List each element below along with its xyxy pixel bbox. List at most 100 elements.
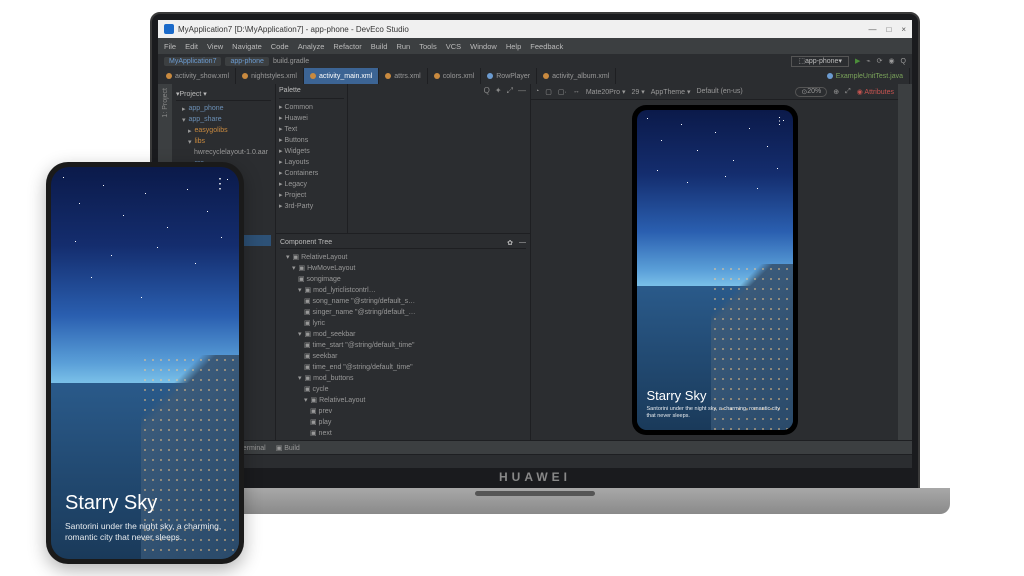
tab-activity-album[interactable]: activity_album.xml — [537, 68, 616, 84]
palette-expand-icon[interactable]: ⤢ — [507, 86, 513, 96]
component-tree-item[interactable]: ▣ song_name "@string/default_s… — [280, 295, 526, 306]
palette-category[interactable]: ▸ Layouts — [279, 156, 344, 167]
menu-build[interactable]: Build — [371, 42, 388, 51]
palette-settings-icon[interactable]: ✦ — [495, 86, 502, 96]
zoom-in-icon[interactable]: ⊕ — [833, 88, 839, 96]
minimize-button[interactable]: — — [868, 25, 876, 34]
component-tree-item[interactable]: ▣ songimage — [280, 273, 526, 284]
close-button[interactable]: × — [901, 25, 906, 34]
menu-analyze[interactable]: Analyze — [298, 42, 325, 51]
menu-help[interactable]: Help — [506, 42, 521, 51]
tab-activity-main[interactable]: activity_main.xml — [304, 68, 379, 84]
project-tool-button[interactable]: 1: Project — [162, 88, 169, 118]
palette-category[interactable]: ▸ Widgets — [279, 145, 344, 156]
palette-category[interactable]: ▸ Legacy — [279, 178, 344, 189]
tab-attrs[interactable]: attrs.xml — [379, 68, 427, 84]
phone-device: ⋮ Starry Sky Santorini under the night s… — [46, 162, 244, 564]
debug-button[interactable]: ⌁ — [866, 57, 870, 65]
design-canvas[interactable]: ⋮ Starry Sky Santorini under the night s… — [531, 100, 898, 440]
palette-category[interactable]: ▸ Containers — [279, 167, 344, 178]
component-tree-settings-icon[interactable]: ✿ — [507, 239, 513, 247]
zoom-fit-icon[interactable]: ⤢ — [845, 88, 851, 96]
view-mode-icon[interactable]: ▢ — [545, 88, 552, 96]
palette-category[interactable]: ▸ Buttons — [279, 134, 344, 145]
run-button[interactable]: ▶ — [855, 57, 860, 65]
zoom-indicator[interactable]: ⊙ 20% — [795, 87, 827, 97]
project-tree-item[interactable]: hwrecyclelayout-1.0.aar — [176, 147, 271, 158]
run-config-selector[interactable]: ⬚ app-phone ▾ — [791, 56, 849, 67]
menu-vcs[interactable]: VCS — [446, 42, 461, 51]
laptop-brand: HUAWEI — [499, 470, 571, 484]
component-tree-item[interactable]: ▣ play — [280, 416, 526, 427]
phone-sky — [51, 167, 239, 343]
app-icon — [164, 24, 174, 34]
phone-menu-icon[interactable]: ⋮ — [213, 175, 227, 192]
tab-rowplayer[interactable]: RowPlayer — [481, 68, 537, 84]
view-mode-icon[interactable]: ◔ — [535, 88, 539, 95]
palette-minimize-icon[interactable]: — — [518, 86, 526, 96]
project-tree-item[interactable]: ▸easygolibs — [176, 125, 271, 136]
component-tree-item[interactable]: ▣ time_end "@string/default_time" — [280, 361, 526, 372]
menu-window[interactable]: Window — [470, 42, 497, 51]
component-tree-item[interactable]: ▣ lyric — [280, 317, 526, 328]
breadcrumb-file[interactable]: build.gradle — [273, 58, 309, 65]
component-tree-item[interactable]: ▾ ▣ RelativeLayout — [280, 394, 526, 405]
menu-feedback[interactable]: Feedback — [530, 42, 563, 51]
palette-category[interactable]: ▸ Huawei — [279, 112, 344, 123]
component-tree-item[interactable]: ▣ seekbar — [280, 350, 526, 361]
component-tree-item[interactable]: ▣ cycle — [280, 383, 526, 394]
tab-example-unit-test[interactable]: ExampleUnitTest.java — [821, 68, 910, 84]
tab-activity-show[interactable]: activity_show.xml — [160, 68, 236, 84]
palette-category[interactable]: ▸ Text — [279, 123, 344, 134]
breadcrumb-project[interactable]: MyApplication7 — [164, 57, 221, 66]
menu-file[interactable]: File — [164, 42, 176, 51]
menu-navigate[interactable]: Navigate — [232, 42, 262, 51]
build-button[interactable]: ▣ Build — [276, 444, 300, 452]
menu-view[interactable]: View — [207, 42, 223, 51]
component-tree-item[interactable]: ▾ ▣ HwMoveLayout — [280, 262, 526, 273]
toolbar-icon[interactable]: Q — [901, 58, 906, 65]
device-preview-frame: ⋮ Starry Sky Santorini under the night s… — [632, 105, 798, 435]
locale-selector[interactable]: Default (en-us) — [696, 88, 742, 95]
menu-code[interactable]: Code — [271, 42, 289, 51]
menu-refactor[interactable]: Refactor — [333, 42, 361, 51]
theme-selector[interactable]: AppTheme ▾ — [651, 88, 691, 96]
view-mode-icon[interactable]: ▢· — [558, 88, 567, 96]
orientation-icon[interactable]: ↔ — [573, 88, 580, 95]
device-selector[interactable]: Mate20Pro ▾ — [586, 88, 626, 96]
palette-search-icon[interactable]: Q — [484, 86, 490, 96]
api-selector[interactable]: 29 ▾ — [632, 88, 645, 96]
component-tree-item[interactable]: ▾ ▣ RelativeLayout — [280, 251, 526, 262]
component-tree-item[interactable]: ▾ ▣ mod_buttons — [280, 372, 526, 383]
project-panel-header[interactable]: ▾ Project ▾ — [176, 87, 271, 101]
breadcrumb-module[interactable]: app-phone — [225, 57, 268, 66]
palette-category[interactable]: ▸ Common — [279, 101, 344, 112]
component-tree-item[interactable]: ▾ ▣ mod_seekbar — [280, 328, 526, 339]
toolbar-icon[interactable]: ⟳ — [877, 57, 883, 65]
toolbar-icon[interactable]: ◉ — [888, 57, 894, 65]
component-tree-item[interactable]: ▣ singer_name "@string/default_… — [280, 306, 526, 317]
component-tree-minimize-icon[interactable]: — — [519, 239, 526, 246]
preview-sky — [637, 110, 793, 254]
laptop-device: MyApplication7 [D:\MyApplication7] - app… — [150, 12, 920, 514]
window-titlebar: MyApplication7 [D:\MyApplication7] - app… — [158, 20, 912, 38]
palette-category[interactable]: ▸ Project — [279, 189, 344, 200]
palette-category[interactable]: ▸ 3rd-Party — [279, 200, 344, 211]
tab-nightstyles[interactable]: nightstyles.xml — [236, 68, 304, 84]
project-tree-item[interactable]: ▾app_share — [176, 114, 271, 125]
component-tree-item[interactable]: ▣ next — [280, 427, 526, 438]
component-tree-item[interactable]: ▾ ▣ mod_lyriclistcontrl… — [280, 284, 526, 295]
component-tree-item[interactable]: ▣ prev — [280, 405, 526, 416]
laptop-screen: MyApplication7 [D:\MyApplication7] - app… — [150, 12, 920, 490]
palette-panel: Palette ▸ Common▸ Huawei▸ Text▸ Buttons▸… — [276, 84, 530, 234]
menu-run[interactable]: Run — [396, 42, 410, 51]
menu-edit[interactable]: Edit — [185, 42, 198, 51]
attributes-panel-button[interactable]: ◉ Attributes — [857, 88, 894, 96]
maximize-button[interactable]: □ — [886, 25, 891, 34]
menu-tools[interactable]: Tools — [419, 42, 437, 51]
breadcrumb-bar: MyApplication7 app-phone build.gradle ⬚ … — [158, 54, 912, 68]
project-tree-item[interactable]: ▾libs — [176, 136, 271, 147]
project-tree-item[interactable]: ▸app_phone — [176, 103, 271, 114]
component-tree-item[interactable]: ▣ time_start "@string/default_time" — [280, 339, 526, 350]
tab-colors[interactable]: colors.xml — [428, 68, 482, 84]
